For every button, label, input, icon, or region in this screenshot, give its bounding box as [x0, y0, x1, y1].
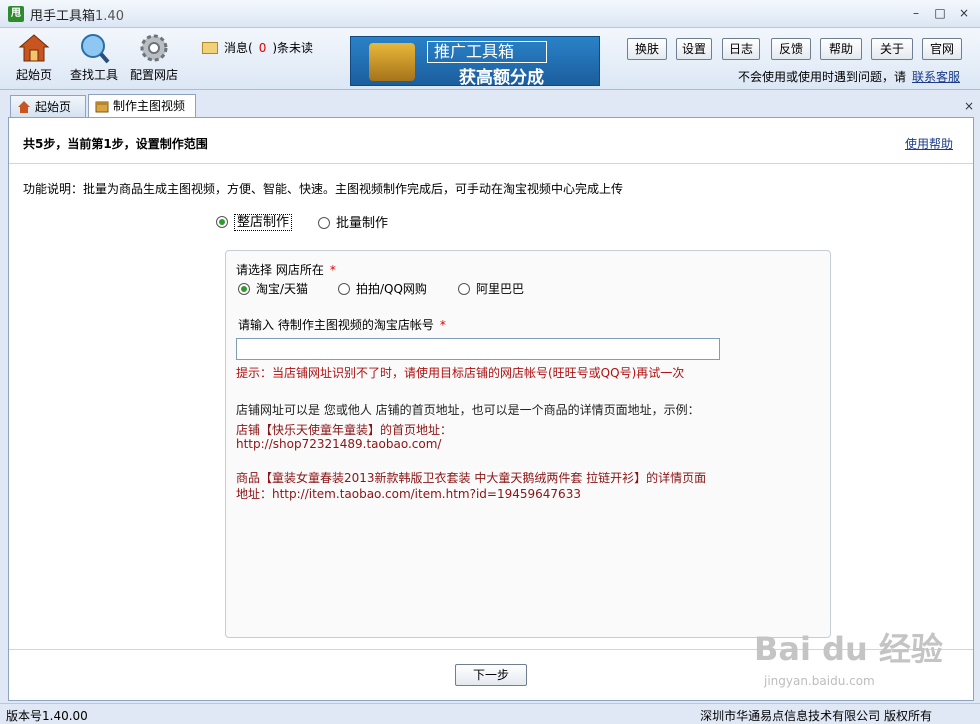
find-tools-label: 查找工具 [69, 68, 118, 82]
website-button[interactable]: 官网 [922, 38, 962, 60]
log-button[interactable]: 日志 [722, 38, 760, 60]
account-label: 请输入 待制作主图视频的淘宝店帐号 [238, 318, 434, 332]
example2-url: 地址：http://item.taobao.com/item.htm?id=19… [236, 487, 581, 501]
platform-paipai-label: 拍拍/QQ网购 [356, 282, 427, 296]
example1-url: http://shop72321489.taobao.com/ [236, 437, 442, 451]
platform-taobao-radio[interactable]: 淘宝/天猫 [238, 280, 308, 297]
required-mark: * [439, 318, 446, 332]
radio-empty-icon [318, 217, 330, 229]
watermark-url: jingyan.baidu.com [764, 674, 875, 688]
baidu-watermark: Bai du 经验 jingyan.baidu.com [754, 624, 943, 688]
msg-prefix: 消息( [224, 41, 253, 55]
batch-label: 批量制作 [336, 216, 389, 231]
shop-settings-panel: 请选择 网店所在 * 淘宝/天猫 拍拍/QQ网购 阿里巴巴 请输入 待制作主图视频… [225, 250, 831, 638]
magnifier-icon [77, 32, 111, 64]
settings-button[interactable]: 设置 [676, 38, 712, 60]
tab-home[interactable]: 起始页 [10, 95, 86, 117]
house-icon [17, 32, 51, 64]
version-text: 版本号1.40.00 [6, 709, 88, 723]
step-title: 共5步，当前第1步，设置制作范围 [23, 137, 208, 151]
example1-title: 店铺【快乐天使童年童装】的首页地址： [236, 423, 453, 437]
treasure-chest-icon [369, 43, 415, 81]
help-button[interactable]: 帮助 [820, 38, 862, 60]
example2-title: 商品【童装女童春装2013新款韩版卫衣套装 中大童天鹅绒两件套 拉链开衫】的详情… [236, 471, 707, 485]
tab-make-video-label: 制作主图视频 [113, 99, 186, 113]
tip-text: 提示：当店铺网址识别不了时，请使用目标店铺的网店帐号(旺旺号或QQ号)再试一次 [236, 366, 685, 380]
tab-bar: 起始页 制作主图视频 × [0, 91, 980, 118]
about-button[interactable]: 关于 [871, 38, 913, 60]
support-line: 不会使用或使用时遇到问题，请 联系客服 [738, 68, 960, 85]
banner-line1: 推广工具箱 [427, 41, 547, 63]
banner-line2: 获高额分成 [459, 68, 544, 88]
watermark-brand: Bai du 经验 [754, 630, 943, 668]
window-title: 甩手工具箱1.40 [30, 9, 124, 24]
maximize-button[interactable]: □ [930, 4, 950, 22]
envelope-icon [202, 42, 218, 54]
minimize-button[interactable]: – [906, 4, 926, 22]
whole-shop-label: 整店制作 [234, 214, 293, 231]
copyright-text: 深圳市华通易点信息技术有限公司 版权所有 [700, 709, 932, 723]
radio-empty-icon [458, 283, 470, 295]
tab-make-video[interactable]: 制作主图视频 [88, 94, 196, 118]
close-button[interactable]: × [954, 4, 974, 22]
platform-alibaba-label: 阿里巴巴 [476, 282, 525, 296]
function-description: 功能说明：批量为商品生成主图视频，方便、智能、快速。主图视频制作完成后，可手动在… [23, 182, 624, 196]
support-text: 不会使用或使用时遇到问题，请 [737, 70, 906, 84]
unread-count: 0 [258, 41, 267, 55]
app-logo-icon: 甩 [8, 6, 24, 22]
required-mark: * [329, 263, 336, 277]
skin-button[interactable]: 换肤 [627, 38, 667, 60]
find-tools-button[interactable]: 查找工具 [68, 32, 120, 83]
house-icon [17, 100, 31, 114]
main-content: 共5步，当前第1步，设置制作范围 使用帮助 功能说明：批量为商品生成主图视频，方… [8, 117, 974, 701]
promo-banner[interactable]: 推广工具箱 获高额分成 [350, 36, 600, 88]
config-shop-label: 配置网店 [129, 68, 178, 82]
step-header: 共5步，当前第1步，设置制作范围 使用帮助 [9, 118, 973, 164]
msg-suffix: )条未读 [272, 41, 314, 55]
radio-selected-icon [216, 216, 228, 228]
platform-paipai-radio[interactable]: 拍拍/QQ网购 [338, 280, 427, 297]
choose-shop-label: 请选择 网店所在 [236, 263, 324, 277]
status-bar: 版本号1.40.00 深圳市华通易点信息技术有限公司 版权所有 [0, 703, 980, 724]
home-tool-button[interactable]: 起始页 [14, 32, 54, 83]
close-tab-icon[interactable]: × [964, 99, 974, 113]
whole-shop-radio[interactable]: 整店制作 [216, 211, 293, 231]
shop-account-input[interactable] [236, 338, 720, 360]
tab-home-label: 起始页 [35, 100, 72, 114]
message-indicator[interactable]: 消息( 0 )条未读 [202, 39, 313, 56]
radio-selected-icon [238, 283, 250, 295]
batch-radio[interactable]: 批量制作 [318, 212, 388, 231]
home-tool-label: 起始页 [15, 68, 52, 82]
box-icon [95, 99, 109, 113]
config-shop-button[interactable]: 配置网店 [128, 32, 180, 83]
title-bar: 甩 甩手工具箱1.40 – □ × [0, 0, 980, 28]
usage-help-link[interactable]: 使用帮助 [905, 135, 953, 152]
next-step-button[interactable]: 下一步 [455, 664, 527, 686]
radio-empty-icon [338, 283, 350, 295]
choose-shop-row: 请选择 网店所在 * [236, 261, 336, 278]
account-row: 请输入 待制作主图视频的淘宝店帐号 * [238, 316, 446, 333]
main-toolbar: 起始页 查找工具 配置网店 消息( 0 )条未读 推广工具箱 获高额分成 换肤 设置… [0, 28, 980, 90]
contact-support-link[interactable]: 联系客服 [912, 70, 960, 84]
platform-taobao-label: 淘宝/天猫 [256, 282, 309, 296]
feedback-button[interactable]: 反馈 [771, 38, 811, 60]
gear-icon [137, 32, 171, 64]
platform-alibaba-radio[interactable]: 阿里巴巴 [458, 280, 524, 297]
address-intro: 店铺网址可以是 您或他人 店铺的首页地址，也可以是一个商品的详情页面地址，示例： [236, 403, 700, 417]
